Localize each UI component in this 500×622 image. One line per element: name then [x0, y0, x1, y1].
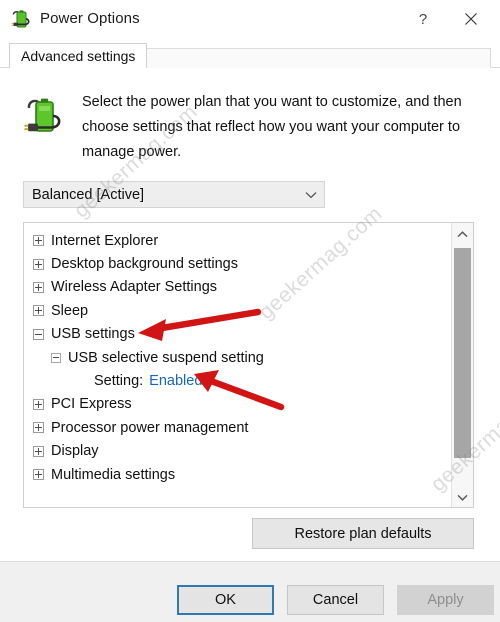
close-icon — [464, 12, 478, 26]
expand-plus-icon[interactable] — [33, 469, 44, 481]
chevron-up-icon — [457, 225, 468, 243]
expand-plus-icon[interactable] — [33, 398, 44, 410]
window-title: Power Options — [40, 10, 140, 27]
ok-button-label: OK — [215, 592, 236, 608]
question-mark-icon: ? — [418, 10, 428, 28]
setting-label: Setting: — [94, 373, 144, 390]
power-options-window: Power Options ? Advanced settings Select… — [0, 0, 500, 622]
tree-item-label: Internet Explorer — [51, 232, 159, 249]
help-button[interactable]: ? — [400, 0, 446, 38]
setting-row-usb-selective-suspend: Setting: Enabled — [24, 369, 451, 392]
vertical-scrollbar[interactable] — [451, 223, 473, 507]
battery-plug-icon — [24, 94, 66, 142]
dialog-footer: OK Cancel Apply — [0, 561, 500, 622]
tab-label: Advanced settings — [21, 48, 136, 64]
close-button[interactable] — [448, 0, 494, 38]
title-bar: Power Options ? — [0, 0, 500, 38]
tree-item-label: Display — [51, 443, 99, 460]
apply-button-label: Apply — [427, 592, 464, 608]
tree-item-label: Processor power management — [51, 419, 249, 436]
cancel-button[interactable]: Cancel — [287, 585, 384, 615]
power-plan-select[interactable]: Balanced [Active] — [23, 181, 325, 208]
tree-item-label: Multimedia settings — [51, 466, 176, 483]
advanced-settings-panel: Select the power plan that you want to c… — [0, 68, 500, 561]
tree-item-internet-explorer[interactable]: Internet Explorer — [24, 229, 451, 252]
expand-plus-icon[interactable] — [33, 258, 44, 270]
settings-tree[interactable]: Internet Explorer Desktop background set… — [24, 223, 451, 507]
tree-item-sleep[interactable]: Sleep — [24, 299, 451, 322]
ok-button[interactable]: OK — [177, 585, 274, 615]
tree-item-usb-settings[interactable]: USB settings — [24, 323, 451, 346]
expand-plus-icon[interactable] — [33, 422, 44, 434]
expand-plus-icon[interactable] — [33, 235, 44, 247]
panel-description: Select the power plan that you want to c… — [82, 94, 462, 160]
chevron-down-icon — [457, 488, 468, 506]
restore-plan-defaults-button[interactable]: Restore plan defaults — [252, 518, 474, 549]
tree-item-label: Desktop background settings — [51, 256, 238, 273]
collapse-minus-icon[interactable] — [51, 352, 61, 363]
tree-item-label: PCI Express — [51, 396, 132, 413]
restore-plan-defaults-label: Restore plan defaults — [294, 525, 432, 542]
expand-plus-icon[interactable] — [33, 305, 44, 317]
scroll-up-button[interactable] — [452, 223, 473, 244]
setting-value-link[interactable]: Enabled — [149, 373, 202, 389]
tab-strip-filler — [140, 48, 491, 68]
tab-strip: Advanced settings — [0, 38, 500, 68]
tree-item-display[interactable]: Display — [24, 440, 451, 463]
tree-item-usb-selective-suspend-setting[interactable]: USB selective suspend setting — [24, 346, 451, 369]
scroll-down-button[interactable] — [452, 486, 473, 507]
tree-item-processor-power-management[interactable]: Processor power management — [24, 416, 451, 439]
tree-item-wireless-adapter-settings[interactable]: Wireless Adapter Settings — [24, 276, 451, 299]
power-plan-battery-icon — [10, 8, 32, 30]
tree-item-label: Sleep — [51, 302, 89, 319]
apply-button: Apply — [397, 585, 494, 615]
advanced-settings-listbox[interactable]: Internet Explorer Desktop background set… — [23, 222, 474, 508]
tree-item-pci-express[interactable]: PCI Express — [24, 393, 451, 416]
tree-item-desktop-background-settings[interactable]: Desktop background settings — [24, 252, 451, 275]
tree-item-label: USB selective suspend setting — [68, 349, 264, 366]
tree-item-label: USB settings — [51, 326, 135, 343]
expand-plus-icon[interactable] — [33, 281, 44, 293]
chevron-down-icon — [298, 191, 324, 199]
cancel-button-label: Cancel — [312, 592, 359, 608]
scrollbar-thumb[interactable] — [454, 248, 471, 458]
expand-plus-icon[interactable] — [33, 445, 44, 457]
tree-item-label: Wireless Adapter Settings — [51, 279, 218, 296]
tree-item-multimedia-settings[interactable]: Multimedia settings — [24, 463, 451, 486]
tab-advanced-settings[interactable]: Advanced settings — [9, 43, 148, 68]
power-plan-selected-value: Balanced [Active] — [32, 186, 145, 203]
collapse-minus-icon[interactable] — [33, 328, 44, 340]
